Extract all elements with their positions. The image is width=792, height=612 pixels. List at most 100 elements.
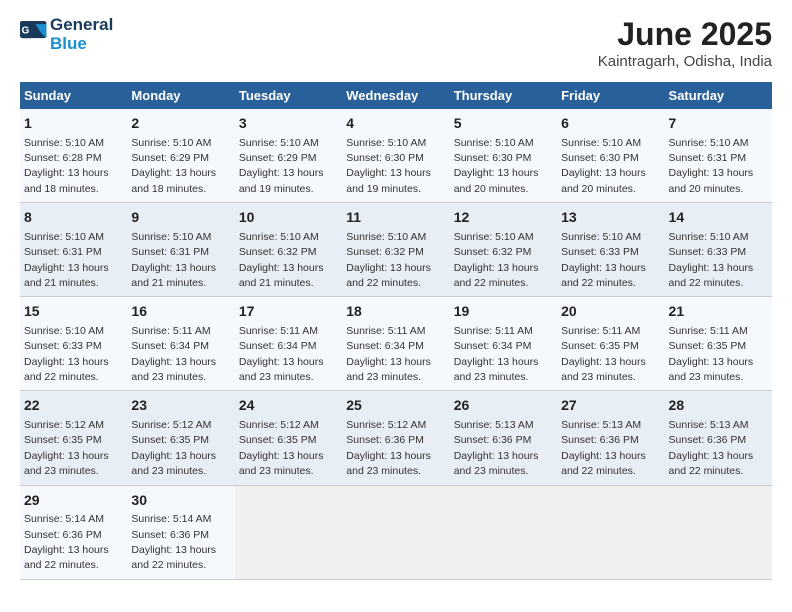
day-number: 22 (24, 396, 123, 416)
calendar-cell (235, 485, 342, 579)
day-number: 11 (346, 208, 445, 228)
day-header-saturday: Saturday (665, 82, 772, 109)
day-info: Sunrise: 5:13 AM Sunset: 6:36 PM Dayligh… (669, 419, 754, 477)
day-number: 1 (24, 114, 123, 134)
day-header-thursday: Thursday (450, 82, 557, 109)
day-number: 19 (454, 302, 553, 322)
day-info: Sunrise: 5:14 AM Sunset: 6:36 PM Dayligh… (131, 513, 216, 571)
day-number: 20 (561, 302, 660, 322)
calendar-cell: 6 Sunrise: 5:10 AM Sunset: 6:30 PM Daylig… (557, 109, 664, 203)
day-info: Sunrise: 5:10 AM Sunset: 6:31 PM Dayligh… (24, 231, 109, 289)
day-info: Sunrise: 5:10 AM Sunset: 6:30 PM Dayligh… (346, 137, 431, 195)
day-number: 10 (239, 208, 338, 228)
day-info: Sunrise: 5:13 AM Sunset: 6:36 PM Dayligh… (561, 419, 646, 477)
day-number: 18 (346, 302, 445, 322)
day-info: Sunrise: 5:10 AM Sunset: 6:32 PM Dayligh… (454, 231, 539, 289)
day-info: Sunrise: 5:10 AM Sunset: 6:33 PM Dayligh… (24, 325, 109, 383)
calendar-cell: 13 Sunrise: 5:10 AM Sunset: 6:33 PM Dayli… (557, 203, 664, 297)
calendar-cell: 15 Sunrise: 5:10 AM Sunset: 6:33 PM Dayli… (20, 297, 127, 391)
day-info: Sunrise: 5:10 AM Sunset: 6:33 PM Dayligh… (561, 231, 646, 289)
calendar-cell: 27 Sunrise: 5:13 AM Sunset: 6:36 PM Dayli… (557, 391, 664, 485)
day-number: 3 (239, 114, 338, 134)
day-info: Sunrise: 5:12 AM Sunset: 6:35 PM Dayligh… (239, 419, 324, 477)
title-block: June 2025 Kaintragarh, Odisha, India (598, 16, 772, 70)
day-number: 15 (24, 302, 123, 322)
day-number: 7 (669, 114, 768, 134)
calendar-cell: 3Sunrise: 5:10 AM Sunset: 6:29 PM Daylig… (235, 109, 342, 203)
day-info: Sunrise: 5:12 AM Sunset: 6:35 PM Dayligh… (24, 419, 109, 477)
day-info: Sunrise: 5:11 AM Sunset: 6:35 PM Dayligh… (561, 325, 646, 383)
calendar-cell: 21Sunrise: 5:11 AM Sunset: 6:35 PM Dayli… (665, 297, 772, 391)
calendar-cell (450, 485, 557, 579)
day-info: Sunrise: 5:10 AM Sunset: 6:28 PM Dayligh… (24, 137, 109, 195)
calendar-cell: 19Sunrise: 5:11 AM Sunset: 6:34 PM Dayli… (450, 297, 557, 391)
calendar-cell: 24Sunrise: 5:12 AM Sunset: 6:35 PM Dayli… (235, 391, 342, 485)
day-info: Sunrise: 5:13 AM Sunset: 6:36 PM Dayligh… (454, 419, 539, 477)
day-info: Sunrise: 5:12 AM Sunset: 6:36 PM Dayligh… (346, 419, 431, 477)
day-number: 13 (561, 208, 660, 228)
calendar-cell: 17 Sunrise: 5:11 AM Sunset: 6:34 PM Dayli… (235, 297, 342, 391)
calendar-cell: 5 Sunrise: 5:10 AM Sunset: 6:30 PM Daylig… (450, 109, 557, 203)
calendar-week-row: 29Sunrise: 5:14 AM Sunset: 6:36 PM Dayli… (20, 485, 772, 579)
day-info: Sunrise: 5:10 AM Sunset: 6:31 PM Dayligh… (131, 231, 216, 289)
calendar-cell: 12 Sunrise: 5:10 AM Sunset: 6:32 PM Dayli… (450, 203, 557, 297)
calendar-cell (665, 485, 772, 579)
day-number: 23 (131, 396, 230, 416)
day-info: Sunrise: 5:10 AM Sunset: 6:29 PM Dayligh… (131, 137, 216, 195)
calendar-cell: 1 Sunrise: 5:10 AM Sunset: 6:28 PM Daylig… (20, 109, 127, 203)
day-info: Sunrise: 5:14 AM Sunset: 6:36 PM Dayligh… (24, 513, 109, 571)
calendar-table: SundayMondayTuesdayWednesdayThursdayFrid… (20, 82, 772, 580)
day-header-monday: Monday (127, 82, 234, 109)
day-number: 4 (346, 114, 445, 134)
calendar-cell: 20 Sunrise: 5:11 AM Sunset: 6:35 PM Dayli… (557, 297, 664, 391)
day-number: 30 (131, 491, 230, 511)
day-header-sunday: Sunday (20, 82, 127, 109)
header: G General Blue June 2025 Kaintragarh, Od… (20, 16, 772, 70)
day-number: 2 (131, 114, 230, 134)
day-number: 16 (131, 302, 230, 322)
calendar-cell: 2 Sunrise: 5:10 AM Sunset: 6:29 PM Daylig… (127, 109, 234, 203)
day-number: 8 (24, 208, 123, 228)
calendar-cell (342, 485, 449, 579)
day-info: Sunrise: 5:11 AM Sunset: 6:34 PM Dayligh… (346, 325, 431, 383)
svg-text:G: G (22, 25, 30, 36)
day-number: 17 (239, 302, 338, 322)
calendar-week-row: 15 Sunrise: 5:10 AM Sunset: 6:33 PM Dayli… (20, 297, 772, 391)
calendar-cell: 9 Sunrise: 5:10 AM Sunset: 6:31 PM Daylig… (127, 203, 234, 297)
logo: G General Blue (20, 16, 113, 53)
day-header-friday: Friday (557, 82, 664, 109)
day-number: 5 (454, 114, 553, 134)
day-number: 6 (561, 114, 660, 134)
calendar-cell: 25Sunrise: 5:12 AM Sunset: 6:36 PM Dayli… (342, 391, 449, 485)
day-number: 29 (24, 491, 123, 511)
day-number: 12 (454, 208, 553, 228)
calendar-cell: 10Sunrise: 5:10 AM Sunset: 6:32 PM Dayli… (235, 203, 342, 297)
logo-icon: G (20, 21, 48, 49)
logo-text: General Blue (50, 16, 113, 53)
day-number: 14 (669, 208, 768, 228)
calendar-cell: 18 Sunrise: 5:11 AM Sunset: 6:34 PM Dayli… (342, 297, 449, 391)
calendar-cell: 4 Sunrise: 5:10 AM Sunset: 6:30 PM Daylig… (342, 109, 449, 203)
day-info: Sunrise: 5:10 AM Sunset: 6:30 PM Dayligh… (454, 137, 539, 195)
calendar-cell: 7 Sunrise: 5:10 AM Sunset: 6:31 PM Daylig… (665, 109, 772, 203)
calendar-cell: 30Sunrise: 5:14 AM Sunset: 6:36 PM Dayli… (127, 485, 234, 579)
day-number: 9 (131, 208, 230, 228)
calendar-cell: 14Sunrise: 5:10 AM Sunset: 6:33 PM Dayli… (665, 203, 772, 297)
day-info: Sunrise: 5:10 AM Sunset: 6:31 PM Dayligh… (669, 137, 754, 195)
day-info: Sunrise: 5:11 AM Sunset: 6:34 PM Dayligh… (239, 325, 324, 383)
calendar-cell: 26Sunrise: 5:13 AM Sunset: 6:36 PM Dayli… (450, 391, 557, 485)
day-header-tuesday: Tuesday (235, 82, 342, 109)
calendar-cell: 22 Sunrise: 5:12 AM Sunset: 6:35 PM Dayli… (20, 391, 127, 485)
day-info: Sunrise: 5:12 AM Sunset: 6:35 PM Dayligh… (131, 419, 216, 477)
calendar-cell (557, 485, 664, 579)
page: G General Blue June 2025 Kaintragarh, Od… (0, 0, 792, 596)
day-info: Sunrise: 5:10 AM Sunset: 6:30 PM Dayligh… (561, 137, 646, 195)
day-info: Sunrise: 5:10 AM Sunset: 6:32 PM Dayligh… (346, 231, 431, 289)
calendar-cell: 16Sunrise: 5:11 AM Sunset: 6:34 PM Dayli… (127, 297, 234, 391)
calendar-cell: 11 Sunrise: 5:10 AM Sunset: 6:32 PM Dayli… (342, 203, 449, 297)
calendar-week-row: 8 Sunrise: 5:10 AM Sunset: 6:31 PM Daylig… (20, 203, 772, 297)
day-number: 27 (561, 396, 660, 416)
calendar-cell: 28Sunrise: 5:13 AM Sunset: 6:36 PM Dayli… (665, 391, 772, 485)
calendar-cell: 29Sunrise: 5:14 AM Sunset: 6:36 PM Dayli… (20, 485, 127, 579)
calendar-week-row: 22 Sunrise: 5:12 AM Sunset: 6:35 PM Dayli… (20, 391, 772, 485)
